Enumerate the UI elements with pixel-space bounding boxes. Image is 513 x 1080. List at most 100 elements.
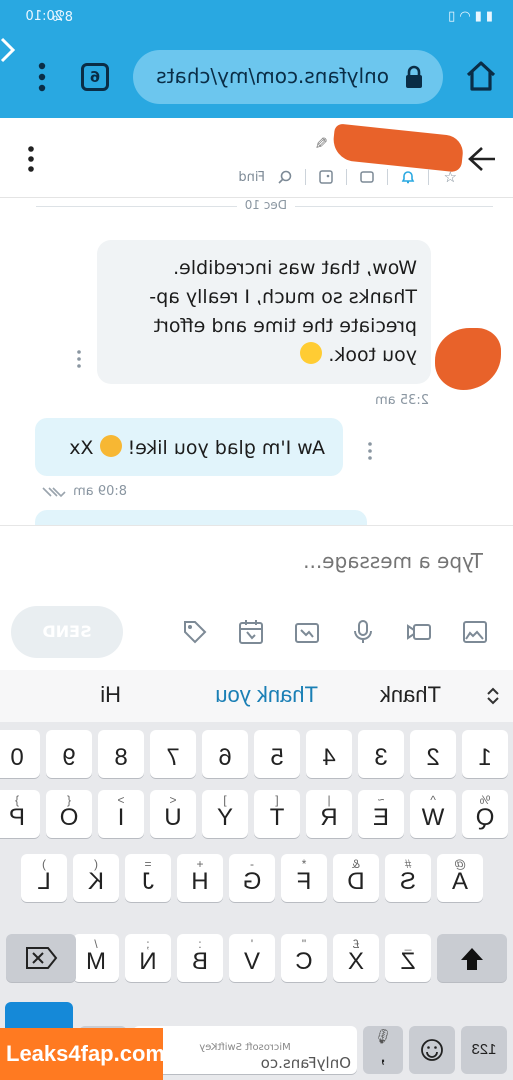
- key-label: D: [347, 868, 365, 895]
- key-e[interactable]: ~ E: [358, 790, 404, 838]
- message-options-icon[interactable]: [367, 442, 373, 460]
- suggestion-item[interactable]: Thank you: [215, 682, 318, 708]
- message-line: preciate the time and effort: [153, 315, 417, 337]
- key-p[interactable]: } P: [0, 790, 40, 838]
- key-t[interactable]: [T: [254, 790, 300, 838]
- price-tag-icon[interactable]: [181, 618, 209, 646]
- key-u[interactable]: < U: [150, 790, 196, 838]
- microphone-icon[interactable]: [349, 618, 377, 646]
- chat-options-icon[interactable]: [27, 146, 35, 172]
- shift-key[interactable]: [437, 934, 507, 982]
- close-icon[interactable]: [0, 36, 17, 64]
- video-icon[interactable]: [405, 618, 433, 646]
- backspace-key[interactable]: [6, 934, 76, 982]
- key-k[interactable]: (K: [73, 854, 119, 902]
- key-b[interactable]: :B: [177, 934, 223, 982]
- key-d[interactable]: & D: [333, 854, 379, 902]
- avatar: [435, 328, 501, 390]
- key-6[interactable]: 6: [202, 730, 248, 778]
- image-icon[interactable]: [461, 618, 489, 646]
- home-icon[interactable]: [463, 58, 499, 94]
- key-v[interactable]: ' V: [229, 934, 275, 982]
- tab-switcher-button[interactable]: 6: [81, 63, 109, 91]
- key-z[interactable]: _ Z: [385, 934, 431, 982]
- key-label: M: [86, 948, 106, 975]
- key-9[interactable]: 9: [46, 730, 92, 778]
- chat-header: ✎ ☆ Find: [0, 118, 513, 198]
- key-c[interactable]: " C: [281, 934, 327, 982]
- key-0[interactable]: 0: [0, 730, 40, 778]
- key-f[interactable]: * F: [281, 854, 327, 902]
- message-time: 8:09 am: [73, 484, 127, 499]
- key-row: _ Z £ X " C ' V: B; N / M: [73, 934, 431, 982]
- space-bar[interactable]: Microsoft SwiftKey OnlyFans.co: [133, 1026, 357, 1074]
- key-y[interactable]: ] Y: [202, 790, 248, 838]
- key-m[interactable]: / M: [73, 934, 119, 982]
- chevron-up-down-icon[interactable]: [483, 686, 503, 706]
- message-options-icon[interactable]: [76, 350, 82, 368]
- key-label: F: [296, 868, 312, 895]
- key-7[interactable]: 7: [150, 730, 196, 778]
- message-text-suffix: Xx: [69, 437, 100, 459]
- key-label: X: [348, 948, 365, 975]
- key-label: C: [295, 948, 313, 975]
- key-label: V: [244, 948, 261, 975]
- key-row: @ A # S & D * F - G + H = J(K) L: [21, 854, 483, 902]
- star-icon[interactable]: ☆: [441, 168, 457, 186]
- media-icon[interactable]: [318, 169, 334, 185]
- key-x[interactable]: £ X: [333, 934, 379, 982]
- edit-pencil-icon[interactable]: ✎: [315, 134, 328, 153]
- lock-icon: [406, 65, 422, 88]
- message-text-part: Aw I'm glad you like!: [121, 437, 325, 459]
- key-i[interactable]: > I: [98, 790, 144, 838]
- suggestion-item[interactable]: Hi: [100, 682, 121, 708]
- key-l[interactable]: ) L: [21, 854, 67, 902]
- key-s[interactable]: # S: [385, 854, 431, 902]
- search-icon[interactable]: [277, 169, 293, 185]
- comma-key[interactable]: 🎙 ,: [363, 1026, 403, 1074]
- key-label: Z: [400, 948, 416, 975]
- key-label: G: [242, 868, 262, 895]
- message-line-text: you took.: [328, 344, 417, 366]
- key-a[interactable]: @ A: [437, 854, 483, 902]
- key-q[interactable]: % Q: [462, 790, 508, 838]
- key-label: Y: [217, 804, 234, 831]
- bell-icon[interactable]: [400, 169, 416, 185]
- tag-icon[interactable]: [359, 169, 375, 185]
- key-label: 4: [322, 744, 336, 771]
- composer-toolbar: [181, 618, 489, 648]
- find-label[interactable]: Find: [238, 170, 265, 185]
- key-w[interactable]: ^ W: [410, 790, 456, 838]
- smiley-icon: [421, 1039, 443, 1061]
- onscreen-keyboard: Thank Thank you Hi 1234567890 % Q ^ W ~ E | R[T…: [0, 670, 513, 1080]
- browser-menu-icon[interactable]: [37, 62, 47, 92]
- key-3[interactable]: 3: [358, 730, 404, 778]
- key-h[interactable]: + H: [177, 854, 223, 902]
- key-label: 9: [62, 744, 76, 771]
- send-button[interactable]: SEND: [11, 606, 123, 658]
- key-r[interactable]: | R: [306, 790, 352, 838]
- vault-icon[interactable]: [293, 618, 321, 646]
- emoji-key[interactable]: [409, 1026, 455, 1074]
- key-label: P: [9, 804, 26, 831]
- key-g[interactable]: -G: [229, 854, 275, 902]
- url-suggestion[interactable]: OnlyFans.co: [261, 1054, 351, 1072]
- key-4[interactable]: 4: [306, 730, 352, 778]
- back-arrow-icon[interactable]: [467, 146, 497, 172]
- key-2[interactable]: 2: [410, 730, 456, 778]
- key-8[interactable]: 8: [98, 730, 144, 778]
- address-bar[interactable]: onlyfans.com/my/chats: [133, 50, 443, 104]
- suggestion-item[interactable]: Thank: [380, 682, 441, 708]
- schedule-icon[interactable]: [237, 618, 265, 646]
- key-j[interactable]: = J: [125, 854, 171, 902]
- key-label: O: [59, 804, 79, 831]
- message-text: Wow, that was incredible. Thanks so much…: [117, 254, 417, 370]
- key-n[interactable]: ; N: [125, 934, 171, 982]
- numbers-key[interactable]: 123: [461, 1026, 507, 1074]
- key-o[interactable]: {O: [46, 790, 92, 838]
- message-input[interactable]: [43, 546, 483, 576]
- message-composer: SEND: [0, 525, 513, 670]
- key-5[interactable]: 5: [254, 730, 300, 778]
- browser-toolbar: 8% 20:10 ▮▮◠▯ onlyfans.com/my/chats 6: [0, 0, 513, 118]
- key-1[interactable]: 1: [462, 730, 508, 778]
